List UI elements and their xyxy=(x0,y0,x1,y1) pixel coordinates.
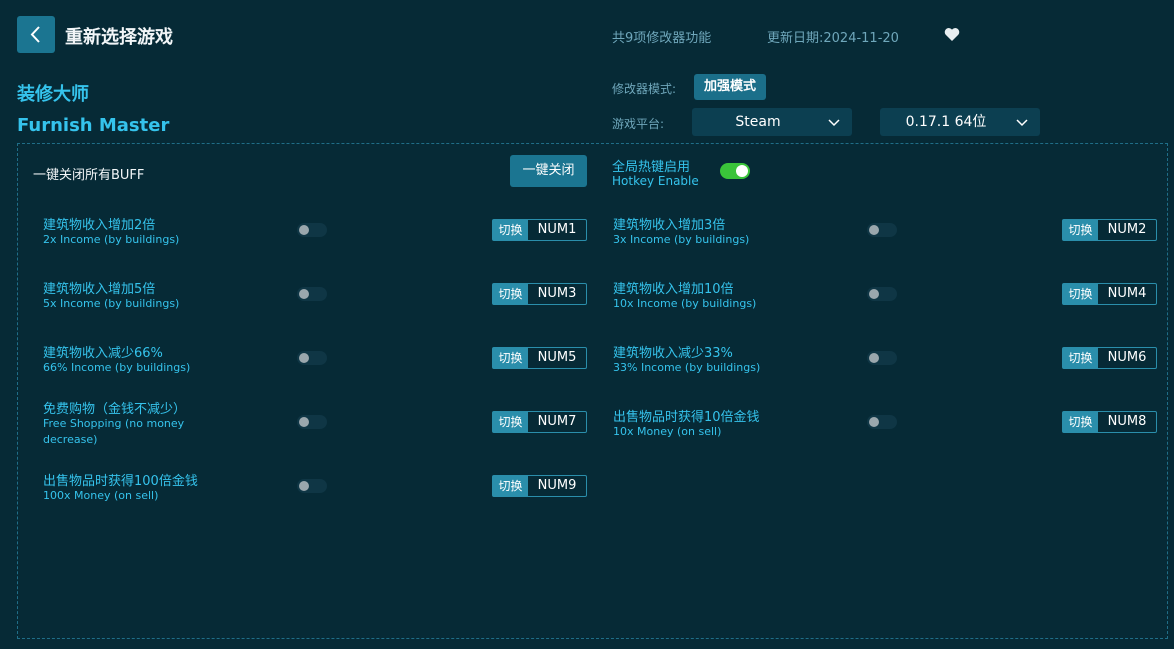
hotkey-switch-label: 切换 xyxy=(1063,348,1098,368)
toggle-knob xyxy=(299,417,309,427)
feature-toggle[interactable] xyxy=(297,415,327,429)
hotkey-button[interactable]: 切换 NUM6 xyxy=(1062,347,1157,369)
hotkey-button[interactable]: 切换 NUM8 xyxy=(1062,411,1157,433)
game-name-cn: 装修大师 xyxy=(17,84,89,105)
chevron-down-icon xyxy=(1016,119,1028,127)
feature-name-cn: 建筑物收入增加10倍 xyxy=(613,282,734,297)
feature-name-en: 33% Income (by buildings) xyxy=(613,361,761,374)
page-title: 重新选择游戏 xyxy=(65,27,173,48)
hotkey-switch-label: 切换 xyxy=(493,476,528,496)
feature-name-en: 5x Income (by buildings) xyxy=(43,297,180,310)
all-off-label: 一键关闭所有BUFF xyxy=(33,168,145,183)
feature-toggle[interactable] xyxy=(297,287,327,301)
feature-name-cn: 出售物品时获得100倍金钱 xyxy=(43,474,198,489)
feature-name-cn: 建筑物收入减少33% xyxy=(613,346,733,361)
hotkey-key: NUM9 xyxy=(537,478,577,493)
feature-toggle[interactable] xyxy=(867,223,897,237)
toggle-knob xyxy=(869,353,879,363)
all-off-button[interactable]: 一键关闭 xyxy=(510,155,587,187)
hotkey-button[interactable]: 切换 NUM4 xyxy=(1062,283,1157,305)
feature-name-en: Free Shopping (no money decrease) xyxy=(43,417,185,446)
toggle-knob xyxy=(736,165,748,177)
version-select[interactable]: 0.17.1 64位 xyxy=(880,108,1040,136)
hotkey-switch-label: 切换 xyxy=(1063,284,1098,304)
favorite-button[interactable] xyxy=(944,27,960,46)
hotkey-key: NUM1 xyxy=(537,222,577,237)
feature-toggle[interactable] xyxy=(297,351,327,365)
feature-name-cn: 建筑物收入增加5倍 xyxy=(43,282,156,297)
feature-count: 共9项修改器功能 xyxy=(612,31,712,46)
platform-label: 游戏平台: xyxy=(612,117,665,131)
update-date: 更新日期:2024-11-20 xyxy=(767,31,899,46)
heart-icon xyxy=(944,28,960,41)
toggle-knob xyxy=(869,417,879,427)
platform-select[interactable]: Steam xyxy=(692,108,852,136)
chevron-left-icon xyxy=(30,26,40,43)
feature-name-cn: 建筑物收入增加3倍 xyxy=(613,218,726,233)
hotkey-button[interactable]: 切换 NUM3 xyxy=(492,283,587,305)
hotkey-key: NUM5 xyxy=(537,350,577,365)
hotkey-enable-label-cn: 全局热键启用 xyxy=(612,160,691,175)
hotkey-button[interactable]: 切换 NUM2 xyxy=(1062,219,1157,241)
hotkey-switch-label: 切换 xyxy=(1063,220,1098,240)
features-panel xyxy=(17,143,1168,639)
feature-toggle[interactable] xyxy=(297,479,327,493)
feature-name-en: 2x Income (by buildings) xyxy=(43,233,180,246)
feature-toggle[interactable] xyxy=(297,223,327,237)
toggle-knob xyxy=(299,353,309,363)
feature-toggle[interactable] xyxy=(867,415,897,429)
feature-name-cn: 免费购物（金钱不减少） xyxy=(43,402,187,417)
feature-name-en: 66% Income (by buildings) xyxy=(43,361,191,374)
feature-name-cn: 出售物品时获得10倍金钱 xyxy=(613,410,760,425)
feature-name-en: 100x Money (on sell) xyxy=(43,489,159,502)
back-button[interactable] xyxy=(17,16,55,53)
hotkey-key: NUM6 xyxy=(1107,350,1147,365)
feature-name-en: 10x Income (by buildings) xyxy=(613,297,757,310)
platform-value: Steam xyxy=(735,114,781,130)
toggle-knob xyxy=(299,225,309,235)
hotkey-button[interactable]: 切换 NUM7 xyxy=(492,411,587,433)
feature-name-cn: 建筑物收入增加2倍 xyxy=(43,218,156,233)
hotkey-key: NUM8 xyxy=(1107,414,1147,429)
hotkey-button[interactable]: 切换 NUM5 xyxy=(492,347,587,369)
hotkey-button[interactable]: 切换 NUM9 xyxy=(492,475,587,497)
feature-name-cn: 建筑物收入减少66% xyxy=(43,346,163,361)
hotkey-button[interactable]: 切换 NUM1 xyxy=(492,219,587,241)
feature-name-en: 3x Income (by buildings) xyxy=(613,233,750,246)
hotkey-enable-toggle[interactable] xyxy=(720,163,750,179)
hotkey-switch-label: 切换 xyxy=(493,284,528,304)
mode-label: 修改器模式: xyxy=(612,82,677,96)
toggle-knob xyxy=(869,225,879,235)
mode-button[interactable]: 加强模式 xyxy=(694,74,766,100)
chevron-down-icon xyxy=(828,119,840,127)
feature-toggle[interactable] xyxy=(867,287,897,301)
version-value: 0.17.1 64位 xyxy=(905,114,987,130)
hotkey-key: NUM7 xyxy=(537,414,577,429)
hotkey-switch-label: 切换 xyxy=(493,220,528,240)
hotkey-enable-label-en: Hotkey Enable xyxy=(612,174,699,188)
hotkey-key: NUM4 xyxy=(1107,286,1147,301)
hotkey-switch-label: 切换 xyxy=(493,412,528,432)
game-name-en: Furnish Master xyxy=(17,115,170,136)
feature-toggle[interactable] xyxy=(867,351,897,365)
toggle-knob xyxy=(299,289,309,299)
toggle-knob xyxy=(299,481,309,491)
hotkey-key: NUM2 xyxy=(1107,222,1147,237)
hotkey-key: NUM3 xyxy=(537,286,577,301)
hotkey-switch-label: 切换 xyxy=(493,348,528,368)
feature-name-en: 10x Money (on sell) xyxy=(613,425,722,438)
hotkey-switch-label: 切换 xyxy=(1063,412,1098,432)
toggle-knob xyxy=(869,289,879,299)
